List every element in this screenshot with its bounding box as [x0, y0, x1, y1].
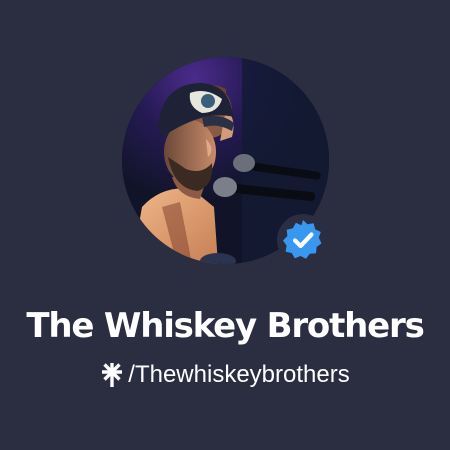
verified-badge-icon	[283, 220, 322, 259]
linktree-icon	[100, 361, 124, 389]
profile-display-name: The Whiskey Brothers	[26, 306, 424, 346]
avatar-container	[122, 57, 329, 266]
profile-handle-text: /Thewhiskeybrothers	[128, 361, 350, 388]
verified-badge	[277, 214, 329, 266]
profile-handle[interactable]: /Thewhiskeybrothers	[0, 357, 450, 393]
profile-header: The Whiskey Brothers /Thewhiskeybrothers	[0, 0, 450, 450]
